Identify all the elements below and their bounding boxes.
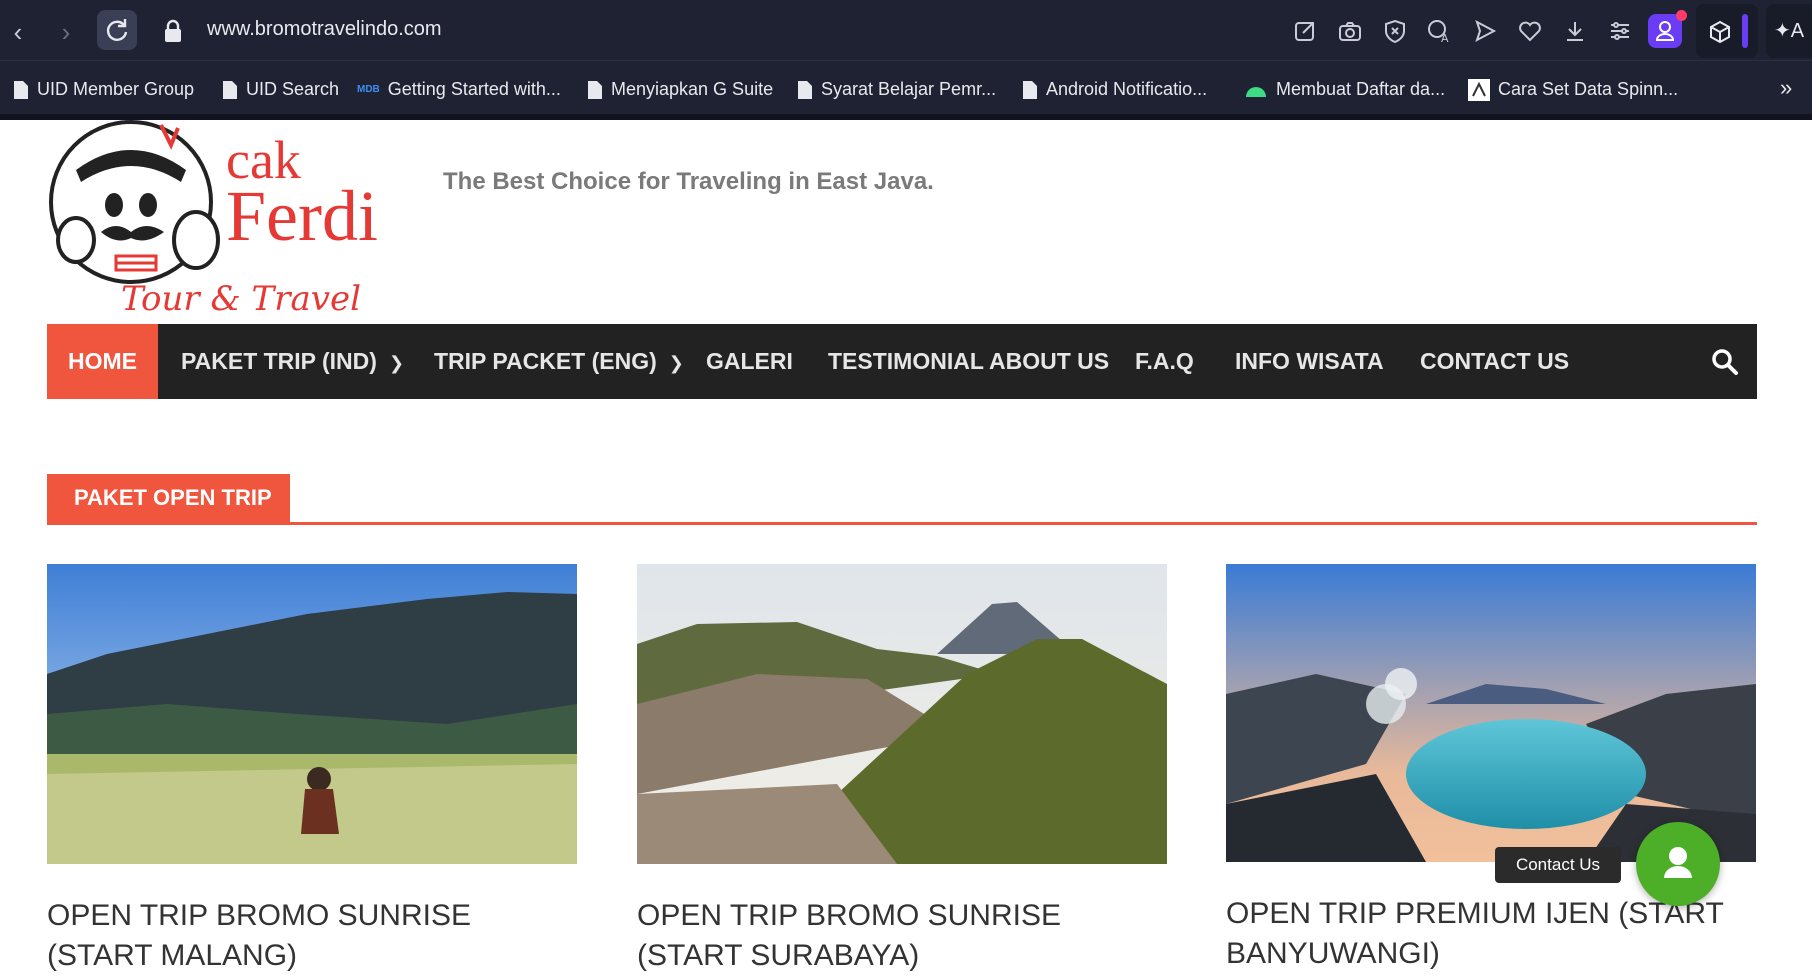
contact-float-button[interactable] (1636, 822, 1720, 906)
card-image-bromo-savanna[interactable] (47, 564, 577, 864)
nav-galeri[interactable]: GALERI (706, 324, 793, 399)
bookmark-item[interactable]: MDB Getting Started with... (357, 77, 561, 101)
page-icon (223, 81, 237, 100)
bookmarks-bar: UID Member Group UID Search MDB Getting S… (0, 60, 1812, 114)
send-icon[interactable] (1472, 18, 1498, 44)
bookmark-item[interactable]: Syarat Belajar Pemr... (797, 77, 996, 101)
site-icon (1468, 79, 1490, 102)
card-title[interactable]: OPEN TRIP BROMO SUNRISE (START MALANG) (47, 896, 577, 976)
trip-card[interactable]: OPEN TRIP BROMO SUNRISE (START MALANG) (47, 564, 577, 976)
settings-sliders-icon[interactable] (1607, 18, 1633, 44)
extensions-button[interactable] (1696, 4, 1758, 58)
person-icon (1664, 847, 1692, 878)
page-icon (1023, 81, 1037, 100)
nav-paket-trip-ind[interactable]: PAKET TRIP (IND) ❯ (181, 324, 404, 399)
cube-icon (1710, 20, 1730, 44)
ai-button[interactable]: ✦A (1766, 4, 1812, 58)
bookmark-item[interactable]: Cara Set Data Spinn... (1468, 77, 1678, 102)
card-image-ijen-crater[interactable] (1226, 564, 1756, 862)
back-icon[interactable]: ‹ (0, 12, 38, 52)
card-title[interactable]: OPEN TRIP BROMO SUNRISE (START SURABAYA) (637, 896, 1167, 976)
trip-card[interactable]: OPEN TRIP BROMO SUNRISE (START SURABAYA) (637, 564, 1167, 976)
sidebar-indicator (1742, 14, 1748, 48)
reload-button[interactable] (97, 10, 137, 50)
page-icon (588, 81, 602, 100)
nav-home[interactable]: HOME (47, 324, 158, 399)
bookmark-item[interactable]: UID Search (222, 77, 339, 101)
nav-info-wisata[interactable]: INFO WISATA (1235, 324, 1384, 399)
heart-icon[interactable] (1517, 18, 1543, 44)
forward-icon[interactable]: › (46, 12, 86, 52)
trip-card[interactable]: OPEN TRIP PREMIUM IJEN (START BANYUWANGI… (1226, 564, 1756, 974)
adblock-icon[interactable] (1382, 18, 1408, 44)
download-icon[interactable] (1562, 18, 1588, 44)
card-image-bromo-crater[interactable] (637, 564, 1167, 864)
bookmark-item[interactable]: Android Notificatio... (1022, 77, 1207, 101)
nav-contact-us[interactable]: CONTACT US (1420, 324, 1569, 399)
site-tagline: The Best Choice for Traveling in East Ja… (443, 168, 934, 195)
share-icon[interactable] (1292, 18, 1318, 44)
chevron-right-icon: ❯ (388, 353, 405, 373)
reload-icon (106, 19, 128, 41)
chevron-right-icon: ❯ (668, 353, 684, 373)
card-title[interactable]: OPEN TRIP PREMIUM IJEN (START BANYUWANGI… (1226, 894, 1756, 974)
notification-dot (1676, 10, 1687, 21)
android-icon (1246, 87, 1266, 98)
lock-icon (165, 19, 181, 42)
section-title: PAKET OPEN TRIP (47, 474, 290, 522)
logo-subtitle: Tour & Travel (121, 279, 361, 319)
contact-tooltip: Contact Us (1495, 847, 1621, 883)
section-divider (47, 522, 1757, 525)
page-icon (14, 81, 28, 100)
mascot-icon (49, 120, 220, 284)
nav-trip-packet-eng[interactable]: TRIP PACKET (ENG) ❯ (434, 324, 684, 399)
main-navigation: HOME PAKET TRIP (IND) ❯ TRIP PACKET (ENG)… (47, 324, 1757, 399)
mdb-icon: MDB (357, 84, 380, 96)
translate-icon[interactable]: A (1426, 18, 1452, 44)
browser-toolbar: ‹ › www.bromotravelindo.com A ✦A (0, 0, 1812, 60)
nav-faq[interactable]: F.A.Q (1135, 324, 1194, 399)
logo-text-ferdi: Ferdi (226, 176, 378, 256)
bookmarks-overflow-button[interactable]: » (1780, 75, 1792, 101)
bookmark-item[interactable]: Menyiapkan G Suite (587, 77, 773, 101)
address-bar[interactable]: www.bromotravelindo.com (207, 18, 442, 41)
sparkle-icon: ✦ (1774, 20, 1791, 42)
bookmark-item[interactable]: Membuat Daftar da... (1244, 77, 1445, 101)
search-icon[interactable] (1711, 348, 1739, 376)
camera-icon[interactable] (1337, 18, 1363, 44)
bookmark-item[interactable]: UID Member Group (13, 77, 194, 101)
svg-text:A: A (1441, 32, 1449, 44)
page-icon (798, 81, 812, 100)
site-logo[interactable]: cak Ferdi Tour & Travel (46, 120, 416, 320)
nav-testimonial[interactable]: TESTIMONIAL ABOUT US (828, 324, 1109, 399)
